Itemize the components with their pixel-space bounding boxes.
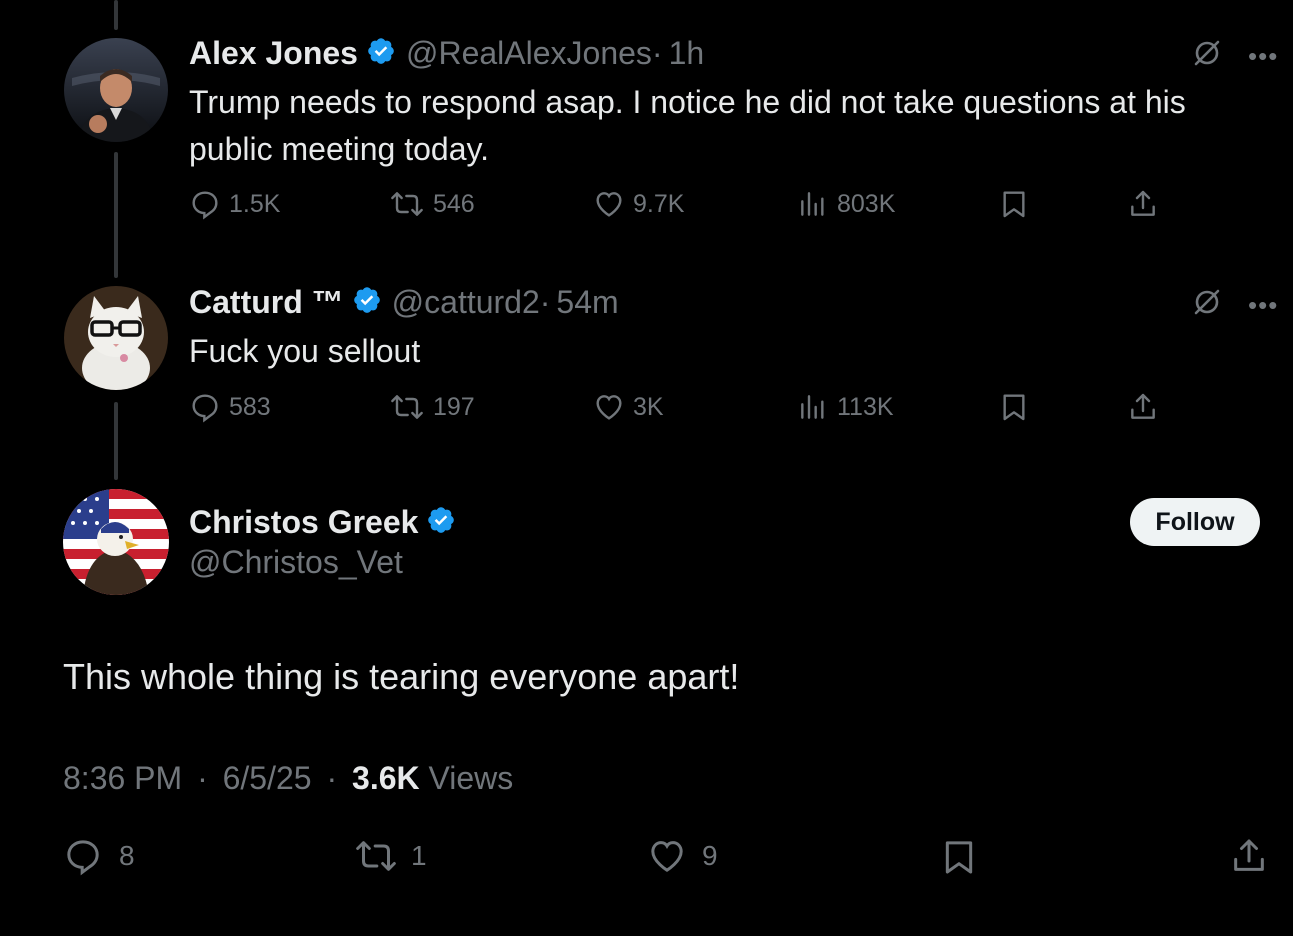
like-count: 9 — [702, 840, 718, 871]
like-button[interactable]: 9.7K — [593, 188, 684, 220]
separator-dot: · — [539, 283, 551, 320]
tweet-time[interactable]: 1h — [669, 35, 705, 72]
like-count: 9.7K — [633, 189, 685, 218]
tweet-time[interactable]: 54m — [556, 284, 618, 321]
bookmark-icon — [998, 188, 1030, 220]
thread-line-1 — [114, 152, 118, 278]
tweet-top-icons: ••• — [1192, 287, 1278, 322]
tweet-text: Fuck you sellout — [189, 333, 421, 369]
bookmark-button[interactable] — [998, 391, 1030, 423]
reply-count: 8 — [119, 840, 135, 871]
repost-button[interactable]: 197 — [389, 391, 475, 423]
main-tweet-text: This whole thing is tearing everyone apa… — [63, 656, 740, 697]
repost-count: 546 — [433, 189, 475, 218]
avatar-christos-greek[interactable] — [63, 489, 169, 595]
share-icon — [1127, 188, 1159, 220]
like-icon — [646, 836, 688, 876]
main-action-bar: 8 1 9 — [63, 836, 1273, 876]
repost-icon — [353, 836, 399, 876]
author-name[interactable]: Catturd ™ — [189, 284, 344, 321]
repost-button[interactable]: 1 — [353, 836, 427, 876]
main-author-handle[interactable]: @Christos_Vet — [189, 544, 403, 581]
reply-count: 583 — [229, 392, 271, 421]
tweet-meta: 8:36 PM · 6/5/25 · 3.6K Views — [63, 760, 513, 797]
separator-dot: · — [326, 760, 338, 796]
more-icon[interactable]: ••• — [1248, 43, 1278, 69]
separator-dot: · — [651, 34, 663, 71]
verified-badge-icon — [352, 285, 382, 320]
reply-icon — [189, 391, 221, 423]
reply-button[interactable]: 1.5K — [189, 188, 280, 220]
like-icon — [593, 188, 625, 220]
share-button[interactable] — [1229, 836, 1269, 876]
main-author-header: Christos Greek — [189, 501, 456, 543]
avatar-alex-jones[interactable] — [64, 38, 168, 142]
main-author-name[interactable]: Christos Greek — [189, 504, 418, 541]
share-icon — [1127, 391, 1159, 423]
reply-button[interactable]: 8 — [63, 836, 135, 876]
views-count: 803K — [837, 189, 896, 218]
views-count: 3.6K — [352, 760, 420, 796]
verified-badge-icon — [426, 505, 456, 540]
views-button[interactable]: 113K — [797, 391, 894, 423]
tweet-header: Alex Jones @RealAlexJones · 1h — [189, 32, 704, 74]
tweet-time[interactable]: 8:36 PM — [63, 760, 182, 796]
views-label: Views — [428, 760, 514, 796]
views-count: 113K — [837, 392, 894, 421]
repost-count: 1 — [411, 840, 427, 871]
reply-icon — [63, 836, 103, 876]
thread-line-top — [114, 0, 118, 30]
thread-line-2 — [114, 402, 118, 480]
verified-badge-icon — [366, 36, 396, 71]
views-icon — [797, 188, 829, 220]
bookmark-button[interactable] — [998, 188, 1030, 220]
share-icon — [1229, 836, 1269, 876]
tweet-text: Trump needs to respond asap. I notice he… — [189, 84, 1186, 167]
grok-icon[interactable] — [1192, 287, 1222, 322]
bookmark-button[interactable] — [939, 836, 979, 878]
reply-count: 1.5K — [229, 189, 281, 218]
author-handle[interactable]: @catturd2 — [392, 284, 540, 321]
repost-icon — [389, 188, 425, 220]
separator-dot: · — [197, 760, 208, 796]
repost-icon — [389, 391, 425, 423]
repost-button[interactable]: 546 — [389, 188, 475, 220]
follow-button[interactable]: Follow — [1130, 498, 1260, 546]
share-button[interactable] — [1127, 188, 1159, 220]
repost-count: 197 — [433, 392, 475, 421]
like-count: 3K — [633, 392, 664, 421]
tweet-date[interactable]: 6/5/25 — [223, 760, 312, 796]
bookmark-icon — [998, 391, 1030, 423]
reply-icon — [189, 188, 221, 220]
tweet-action-bar: 1.5K 546 9.7K 803K — [189, 188, 1189, 228]
like-button[interactable]: 3K — [593, 391, 664, 423]
tweet-top-icons: ••• — [1192, 38, 1278, 73]
views-button[interactable]: 803K — [797, 188, 895, 220]
more-icon[interactable]: ••• — [1248, 292, 1278, 318]
like-icon — [593, 391, 625, 423]
author-name[interactable]: Alex Jones — [189, 35, 358, 72]
share-button[interactable] — [1127, 391, 1159, 423]
grok-icon[interactable] — [1192, 38, 1222, 73]
tweet-header: Catturd ™ @catturd2 · 54m — [189, 281, 619, 323]
reply-button[interactable]: 583 — [189, 391, 271, 423]
like-button[interactable]: 9 — [646, 836, 718, 876]
avatar-catturd[interactable] — [64, 286, 168, 390]
author-handle[interactable]: @RealAlexJones — [406, 35, 652, 72]
tweet-action-bar: 583 197 3K 113K — [189, 391, 1189, 431]
bookmark-icon — [939, 836, 979, 878]
views-icon — [797, 391, 829, 423]
